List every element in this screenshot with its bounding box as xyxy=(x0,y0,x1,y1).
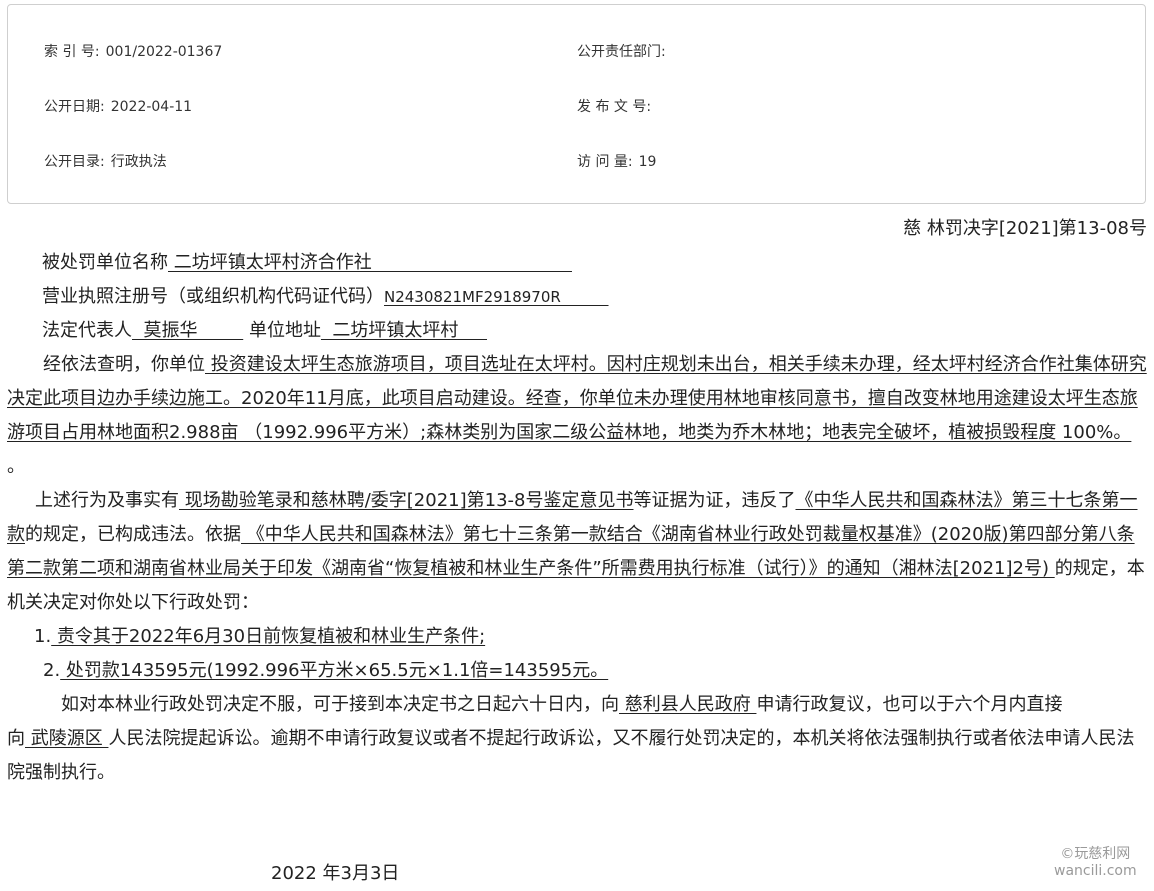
penalized-unit-label: 被处罚单位名称 xyxy=(42,252,168,273)
license-value: N2430821MF2918970R xyxy=(384,288,609,306)
visits-label: 访 问 量: xyxy=(577,154,633,170)
legal-basis-part-c: 等证据为证，违反了 xyxy=(633,490,796,511)
visits-field: 访 问 量: 19 xyxy=(577,151,656,171)
appeal-paragraph-2: 向 武陵源区 人民法院提起诉讼。逾期不申请行政复议或者不提起行政诉讼，又不履行处… xyxy=(7,722,1147,790)
responsible-dept-label: 公开责任部门: xyxy=(577,44,666,60)
penalized-unit-line: 被处罚单位名称 二坊坪镇太坪村济合作社 xyxy=(7,246,1147,280)
evidence-text: 现场勘验笔录和慈林聘/委字[2021]第13-8号鉴定意见书 xyxy=(179,490,634,511)
legal-basis-part-e: 的规定，已构成违法。依据 xyxy=(25,524,241,545)
appeal-line-1: 如对本林业行政处罚决定不服，可于接到本决定书之日起六十日内，向 慈利县人民政府 … xyxy=(7,688,1147,722)
document-number-label: 发 布 文 号: xyxy=(577,99,652,115)
watermark-line-1: ©玩慈利网 xyxy=(1060,846,1131,862)
penalty-item-2-number: 2. xyxy=(43,660,61,681)
legal-basis-part-a: 上述行为及事实有 xyxy=(35,490,179,511)
representative-line: 法定代表人 莫振华 单位地址 二坊坪镇太坪村 xyxy=(7,314,1147,348)
responsible-dept-field: 公开责任部门: xyxy=(577,41,672,61)
publish-date-label: 公开日期: xyxy=(44,99,105,115)
appeal-text-a: 如对本林业行政处罚决定不服，可于接到本决定书之日起六十日内，向 xyxy=(61,694,619,715)
watermark-line-2: wancili.com xyxy=(1054,863,1137,879)
catalog-field: 公开目录: 行政执法 xyxy=(44,151,167,171)
legal-basis-paragraph: 上述行为及事实有 现场勘验笔录和慈林聘/委字[2021]第13-8号鉴定意见书等… xyxy=(7,484,1147,620)
decision-number: 慈 林罚决字[2021]第13-08号 xyxy=(903,218,1147,239)
index-number-value: 001/2022-01367 xyxy=(105,44,223,60)
catalog-value: 行政执法 xyxy=(110,154,167,170)
findings-end: 。 xyxy=(7,456,25,477)
representative-label: 法定代表人 xyxy=(42,320,132,341)
penalized-unit-value: 二坊坪镇太坪村济合作社 xyxy=(168,252,572,273)
index-number-label: 索 引 号: xyxy=(44,44,100,60)
decision-document: 慈 林罚决字[2021]第13-08号 被处罚单位名称 二坊坪镇太坪村济合作社 … xyxy=(7,212,1147,790)
penalty-item-1-number: 1. xyxy=(34,626,52,647)
publish-date-field: 公开日期: 2022-04-11 xyxy=(44,96,192,116)
review-authority: 慈利县人民政府 xyxy=(619,694,757,715)
court-name: 武陵源区 xyxy=(25,728,109,749)
appeal-text-c: 申请行政复议，也可以于六个月内直接 xyxy=(756,694,1063,715)
visits-value: 19 xyxy=(638,154,657,170)
address-label: 单位地址 xyxy=(248,320,321,341)
representative-value: 莫振华 xyxy=(132,320,244,341)
penalty-item-2: 2. 处罚款143595元(1992.996平方米×65.5元×1.1倍=143… xyxy=(7,654,1147,688)
publish-date-value: 2022-04-11 xyxy=(110,99,193,115)
penalty-item-1-text: 责令其于2022年6月30日前恢复植被和林业生产条件; xyxy=(51,626,486,647)
document-number-field: 发 布 文 号: xyxy=(577,96,657,116)
findings-lead: 经依法查明，你单位 xyxy=(43,354,205,375)
penalty-item-1: 1. 责令其于2022年6月30日前恢复植被和林业生产条件; xyxy=(7,620,1147,654)
appeal-text-f: 人民法院提起诉讼。逾期不申请行政复议或者不提起行政诉讼，又不履行处罚决定的，本机… xyxy=(7,728,1135,783)
site-watermark: ©玩慈利网 wancili.com xyxy=(1054,846,1137,880)
license-line: 营业执照注册号（或组织机构代码证代码）N2430821MF2918970R xyxy=(7,280,1147,314)
appeal-text-d: 向 xyxy=(7,728,25,749)
catalog-label: 公开目录: xyxy=(44,154,105,170)
license-label: 营业执照注册号（或组织机构代码证代码） xyxy=(42,286,384,307)
address-value: 二坊坪镇太坪村 xyxy=(320,320,488,341)
penalty-item-2-text: 处罚款143595元(1992.996平方米×65.5元×1.1倍=143595… xyxy=(60,660,609,681)
findings-paragraph: 经依法查明，你单位 投资建设太坪生态旅游项目，项目选址在太坪村。因村庄规划未出台… xyxy=(7,348,1147,484)
document-metadata-panel: 索 引 号: 001/2022-01367 公开责任部门: 公开日期: 2022-0… xyxy=(7,4,1146,204)
decision-date: 2022 年3月3日 xyxy=(271,863,400,884)
index-number-field: 索 引 号: 001/2022-01367 xyxy=(44,41,222,61)
